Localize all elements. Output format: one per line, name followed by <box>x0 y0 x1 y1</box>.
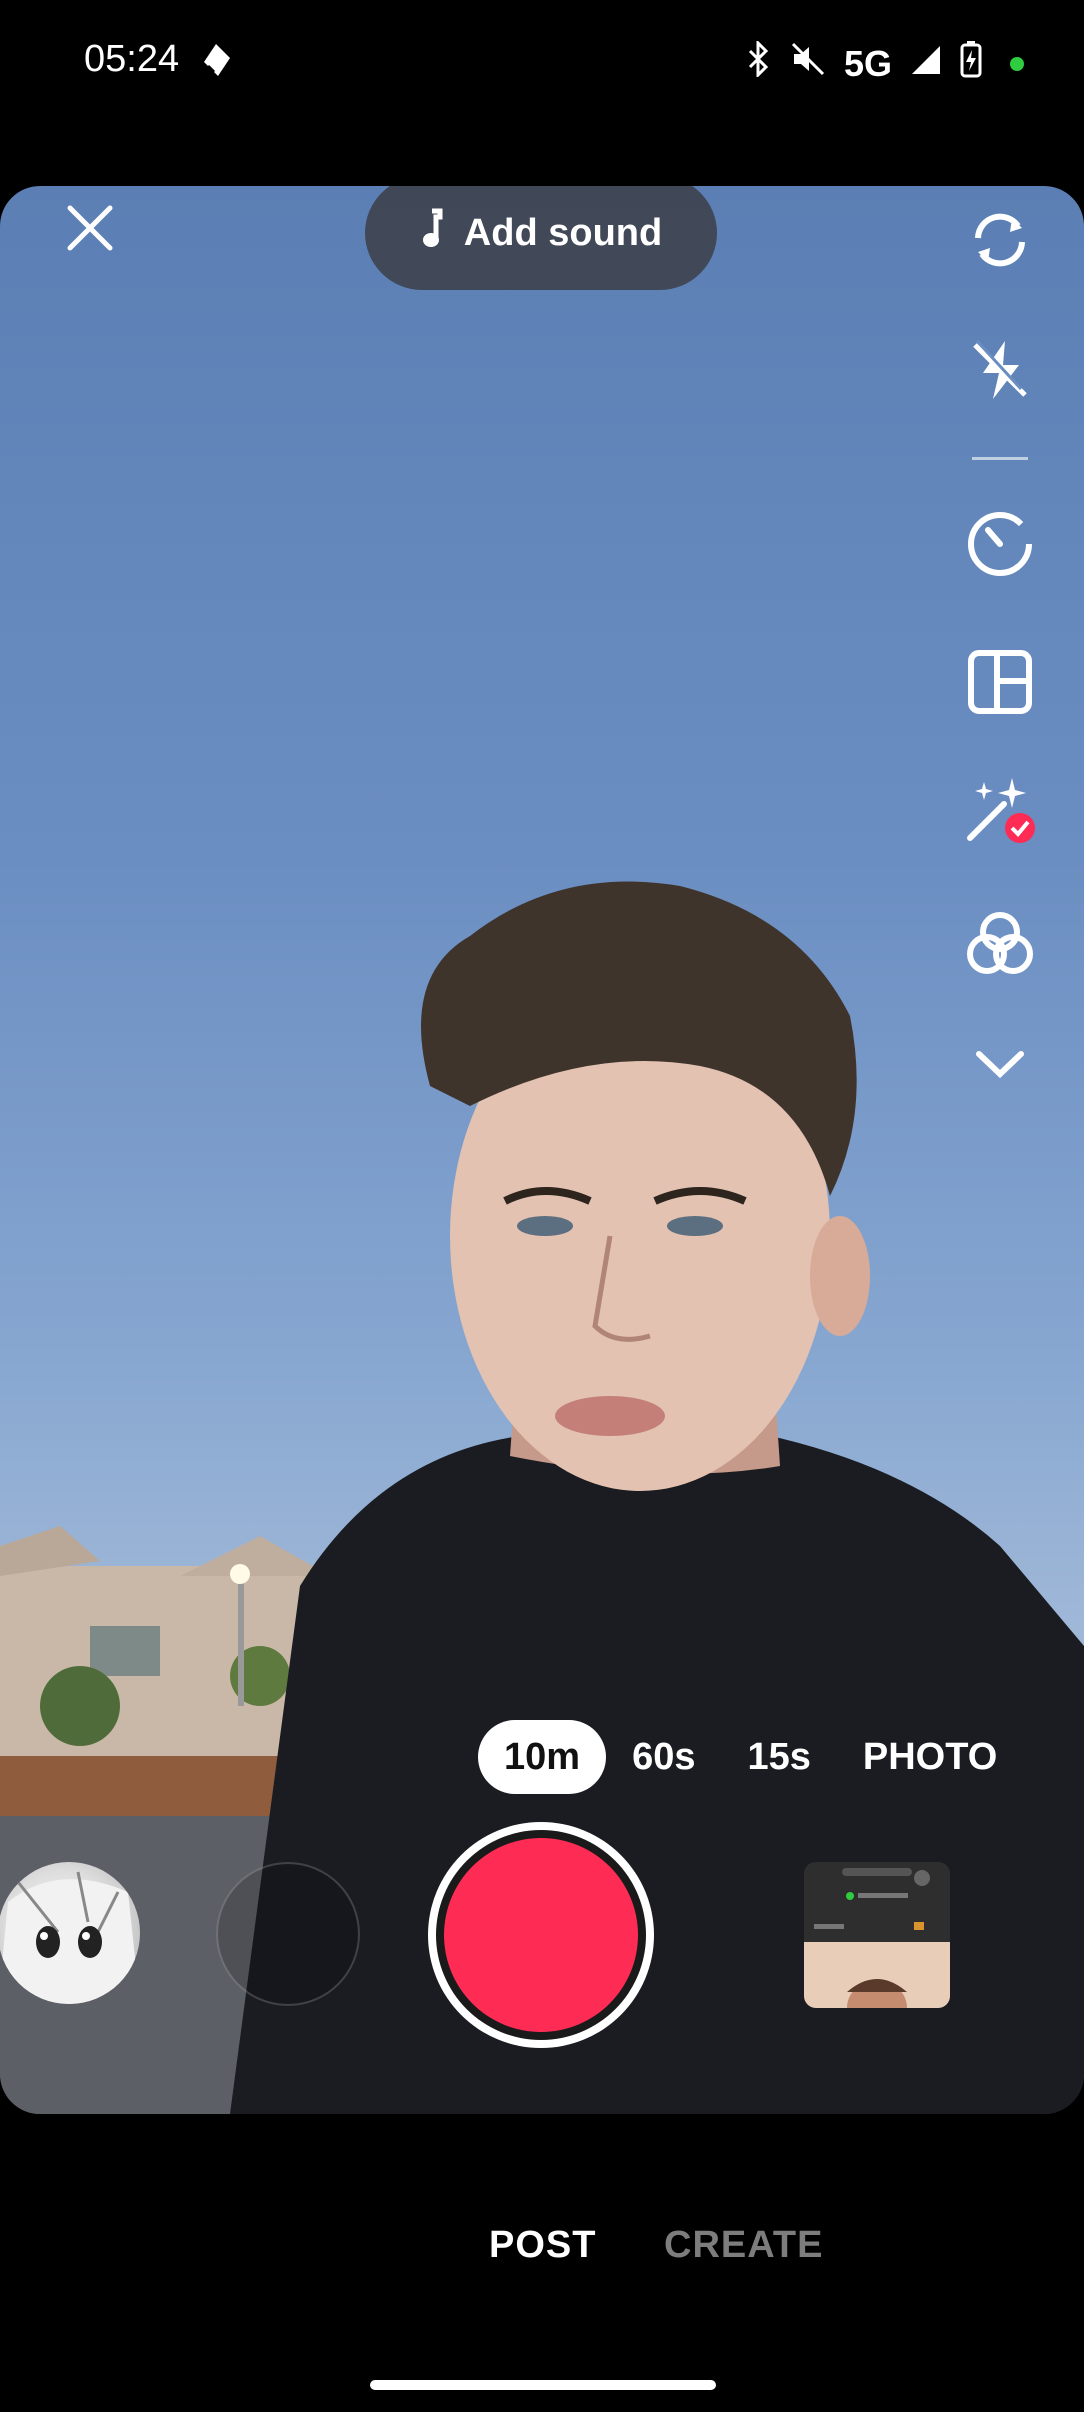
tab-post[interactable]: POST <box>489 2224 596 2267</box>
effects-button[interactable] <box>952 772 1048 852</box>
flash-button[interactable] <box>952 330 1048 410</box>
close-button[interactable] <box>60 198 120 258</box>
data-saver-icon <box>198 40 234 85</box>
filters-icon <box>967 912 1033 974</box>
timer-button[interactable] <box>952 504 1048 584</box>
timer-icon <box>968 512 1032 576</box>
music-note-icon <box>420 207 448 259</box>
layout-icon <box>968 650 1032 714</box>
duration-selector: 10m 60s 15s PHOTO <box>478 1720 1023 1794</box>
flip-camera-icon <box>975 213 1025 267</box>
duration-10m[interactable]: 10m <box>478 1720 607 1794</box>
camera-preview[interactable]: Add sound 10m 60s 15s PHOTO <box>0 186 1084 2114</box>
mute-icon <box>790 41 826 86</box>
network-label: 5G <box>843 42 892 84</box>
effects-wand-icon <box>967 778 1035 843</box>
battery-charging-icon <box>960 40 982 87</box>
record-button[interactable] <box>428 1822 654 2048</box>
record-fill <box>444 1838 638 2032</box>
gallery-upload-button[interactable] <box>804 1862 950 2008</box>
add-sound-button[interactable]: Add sound <box>365 186 717 290</box>
add-sound-label: Add sound <box>463 211 663 254</box>
bluetooth-icon <box>746 39 772 86</box>
duration-60s[interactable]: 60s <box>606 1720 721 1794</box>
filters-button[interactable] <box>952 904 1048 984</box>
more-tools-button[interactable] <box>952 1024 1048 1104</box>
home-indicator[interactable] <box>370 2380 716 2390</box>
flip-camera-button[interactable] <box>952 200 1048 280</box>
gallery-thumbnail-image <box>804 1862 950 2008</box>
photo-mode[interactable]: PHOTO <box>837 1720 1023 1794</box>
tab-create[interactable]: CREATE <box>664 2224 823 2267</box>
tools-divider <box>972 457 1028 460</box>
close-icon <box>67 205 113 251</box>
status-time: 05:24 <box>84 38 180 80</box>
mode-tabs: POST CREATE <box>0 2224 1084 2304</box>
effects-thumbnail-button[interactable] <box>0 1862 140 2004</box>
signal-icon <box>910 43 942 85</box>
flash-off-icon <box>973 339 1027 399</box>
status-bar: 05:24 5G <box>0 0 1084 125</box>
empty-effect-slot[interactable] <box>216 1862 360 2006</box>
privacy-indicator-dot <box>1010 56 1024 71</box>
anime-effect-icon <box>0 1871 140 2004</box>
layout-button[interactable] <box>952 642 1048 722</box>
duration-15s[interactable]: 15s <box>721 1720 836 1794</box>
chevron-down-icon <box>976 1051 1024 1079</box>
